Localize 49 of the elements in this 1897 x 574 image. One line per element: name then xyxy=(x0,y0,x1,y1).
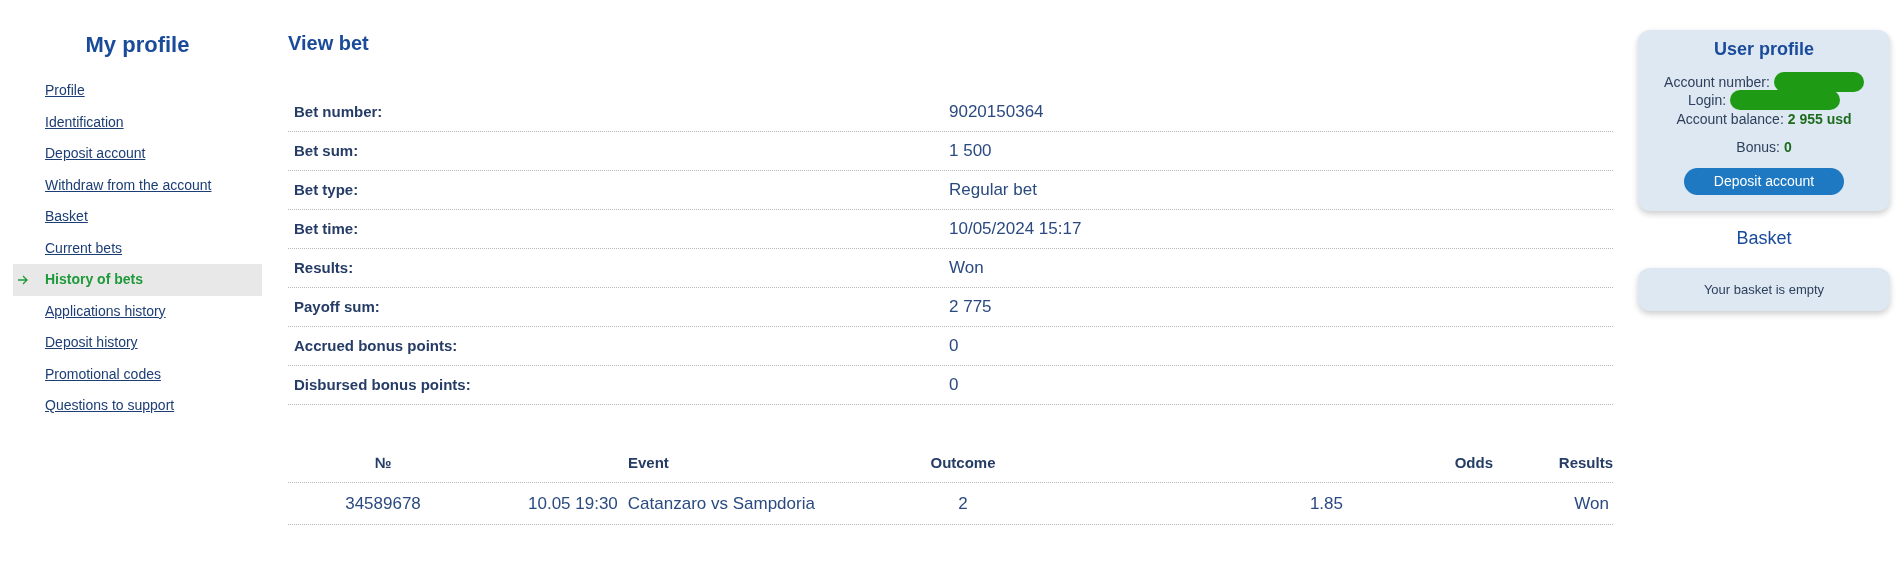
sidebar-item[interactable]: Profile xyxy=(13,75,262,107)
detail-label: Bet sum: xyxy=(293,140,360,161)
detail-value: Regular bet xyxy=(949,179,1037,202)
page-title: View bet xyxy=(288,31,370,56)
sidebar-item[interactable]: Questions to support xyxy=(13,390,262,422)
detail-value: Won xyxy=(949,257,984,280)
basket-title: Basket xyxy=(1736,227,1792,250)
detail-value: 1 500 xyxy=(949,140,992,163)
event-time: 10.05 19:30 xyxy=(528,492,618,515)
column-header: Odds xyxy=(1453,453,1493,474)
account-number-label: Account number: xyxy=(1664,72,1770,92)
event-name: Catanzaro vs Sampdoria xyxy=(627,492,815,515)
sidebar-item[interactable]: Deposit account xyxy=(13,138,262,170)
bonus-value: 0 xyxy=(1783,138,1792,157)
table-cell-text: Won xyxy=(1573,492,1610,515)
detail-value: 9020150364 xyxy=(949,101,1044,124)
detail-value: 10/05/2024 15:17 xyxy=(949,218,1082,241)
deposit-button[interactable]: Deposit account xyxy=(1684,168,1844,195)
arrow-icon xyxy=(17,274,29,285)
detail-label: Accrued bonus points: xyxy=(293,335,459,356)
bonus-label: Bonus: xyxy=(1736,138,1780,157)
column-header: № xyxy=(373,453,393,474)
card-title: User profile xyxy=(1714,38,1814,61)
detail-label: Bet time: xyxy=(293,218,360,239)
table-cell-text: 34589678 xyxy=(344,492,422,515)
detail-value: 0 xyxy=(949,335,959,358)
sidebar-item[interactable]: Applications history xyxy=(13,295,262,327)
table-cell-text: 1.85 xyxy=(1308,492,1344,515)
sidebar-title: My profile xyxy=(84,31,191,59)
detail-value: 2 775 xyxy=(949,296,992,319)
balance-value: 2 955 usd xyxy=(1787,110,1852,129)
detail-label: Bet number: xyxy=(293,101,384,122)
sidebar-item[interactable]: Current bets xyxy=(13,232,262,264)
detail-value: 0 xyxy=(949,374,959,397)
column-header: Outcome xyxy=(929,453,997,474)
detail-label: Results: xyxy=(293,257,355,278)
column-header: Results xyxy=(1557,453,1613,474)
balance-label: Account balance: xyxy=(1676,110,1784,129)
basket-message: Your basket is empty xyxy=(1638,268,1890,311)
column-header: Event xyxy=(627,453,670,474)
sidebar-item[interactable]: Promotional codes xyxy=(13,358,262,390)
sidebar-item[interactable]: Basket xyxy=(13,201,262,233)
sidebar-item[interactable]: Deposit history xyxy=(13,327,262,359)
detail-label: Payoff sum: xyxy=(293,296,381,317)
detail-label: Bet type: xyxy=(293,179,360,200)
detail-label: Disbursed bonus points: xyxy=(293,374,472,395)
sidebar-item[interactable]: Withdraw from the account xyxy=(13,169,262,201)
login-label: Login: xyxy=(1687,90,1727,110)
sidebar-item[interactable]: Identification xyxy=(13,106,262,138)
